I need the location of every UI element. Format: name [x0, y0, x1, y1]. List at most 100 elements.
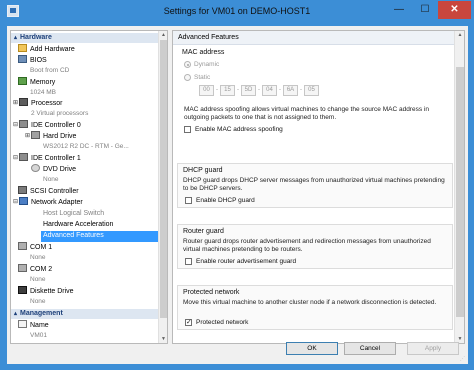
close-button[interactable]: ✕: [438, 1, 471, 19]
static-radio[interactable]: [184, 74, 191, 81]
mac-separator: -: [237, 87, 239, 93]
tree-item-bios[interactable]: BIOS Boot from CD: [18, 55, 69, 74]
tree-item-sub: 2 Virtual processors: [31, 110, 89, 117]
mac-separator: -: [258, 87, 260, 93]
tree-item-label: Name: [30, 322, 49, 329]
processor-icon: [19, 98, 28, 107]
tree-item-sub: None: [30, 254, 46, 261]
tree-item-label: Memory: [30, 79, 56, 86]
tree-item-label: SCSI Controller: [30, 188, 79, 195]
memory-icon: [18, 77, 27, 86]
mac-spoofing-description: MAC address spoofing allows virtual mach…: [184, 106, 429, 121]
hardware-section-header[interactable]: ▴ Hardware: [11, 33, 159, 43]
protected-network-checkbox[interactable]: [185, 318, 192, 326]
bios-icon: [18, 55, 27, 64]
title-bar[interactable]: Settings for VM01 on DEMO-HOST1 — ☐ ✕: [0, 0, 474, 24]
tree-item-label: COM 2: [30, 266, 53, 273]
dhcp-guard-label: Enable DHCP guard: [196, 197, 255, 204]
scrollbar-thumb[interactable]: [160, 40, 167, 318]
mac-octet-field-6[interactable]: 05: [304, 85, 319, 96]
name-icon: [18, 320, 27, 329]
protected-network-group: Protected network Move this virtual mach…: [177, 285, 453, 330]
mac-octet-field-3[interactable]: 5D: [241, 85, 256, 96]
dhcp-guard-description: DHCP guard drops DHCP server messages fr…: [183, 177, 445, 192]
settings-window: Settings for VM01 on DEMO-HOST1 — ☐ ✕ ▴ H…: [0, 0, 474, 370]
tree-item-label: IDE Controller 0: [31, 122, 81, 129]
tree-item-sub: 1024 MB: [30, 89, 57, 96]
tree-item-dvd-drive[interactable]: DVD Drive None: [31, 164, 76, 183]
mac-octet-field-4[interactable]: 04: [262, 85, 277, 96]
tree-item-label: COM 1: [30, 244, 53, 251]
tree-item-hardware-acceleration[interactable]: Hardware Acceleration: [43, 220, 113, 231]
tree-item-label: Diskette Drive: [30, 288, 74, 295]
tree-item-host-logical-switch[interactable]: Host Logical Switch: [43, 209, 104, 220]
tree-item-label: Host Logical Switch: [43, 210, 105, 217]
tree-item-com-2[interactable]: COM 2 None: [18, 264, 53, 283]
dhcp-guard-title: DHCP guard: [183, 167, 223, 174]
tree-item-processor[interactable]: Processor 2 Virtual processors: [19, 98, 88, 117]
tree-item-hard-drive[interactable]: Hard Drive WS2012 R2 DC - RTM - Ge...: [31, 131, 129, 150]
tree-item-label: Advanced Features: [43, 232, 104, 239]
scroll-up-arrow-icon[interactable]: ▲: [160, 31, 167, 39]
maximize-button[interactable]: ☐: [412, 1, 438, 19]
router-guard-description: Router guard drops router advertisement …: [183, 238, 431, 253]
panel-scrollbar[interactable]: ▲ ▼: [454, 31, 464, 343]
scsi-controller-icon: [18, 186, 27, 195]
tree-item-label: Add Hardware: [30, 46, 75, 53]
tree-item-sub: VM01: [30, 332, 47, 339]
dynamic-radio[interactable]: [184, 61, 191, 68]
scroll-down-arrow-icon[interactable]: ▼: [160, 335, 167, 343]
settings-tree[interactable]: ▴ Hardware Add Hardware BIOS Boot from CD…: [10, 30, 168, 344]
tree-item-label: Network Adapter: [31, 199, 83, 206]
tree-item-ide-controller-0[interactable]: IDE Controller 0: [19, 120, 81, 132]
management-section-header[interactable]: ▴ Management: [11, 309, 159, 319]
mac-octet-field-2[interactable]: 15: [220, 85, 235, 96]
mac-spoofing-checkbox[interactable]: [184, 126, 191, 133]
minimize-button[interactable]: —: [386, 1, 412, 19]
tree-item-sub: None: [30, 298, 46, 305]
tree-item-memory[interactable]: Memory 1024 MB: [18, 77, 56, 96]
ok-button[interactable]: OK: [286, 342, 338, 355]
dvd-drive-icon: [31, 164, 40, 173]
tree-item-network-adapter[interactable]: Network Adapter: [19, 197, 83, 209]
protected-network-label: Protected network: [196, 319, 249, 326]
com-port-icon: [18, 242, 27, 251]
tree-item-sub: None: [30, 276, 46, 283]
management-header-label: Management: [20, 310, 63, 317]
add-hardware-icon: [18, 44, 27, 53]
tree-item-sub: Boot from CD: [30, 67, 70, 74]
tree-item-name[interactable]: Name VM01: [18, 320, 49, 339]
scrollbar-thumb[interactable]: [456, 67, 464, 317]
static-radio-label: Static: [194, 74, 211, 81]
tree-item-label: Hard Drive: [43, 133, 77, 140]
router-guard-checkbox[interactable]: [185, 258, 192, 265]
router-guard-title: Router guard: [183, 228, 224, 235]
mac-octet-field-1[interactable]: 00: [199, 85, 214, 96]
tree-item-com-1[interactable]: COM 1 None: [18, 242, 53, 261]
network-adapter-icon: [19, 197, 28, 206]
mac-spoofing-label: Enable MAC address spoofing: [195, 126, 283, 133]
cancel-button[interactable]: Cancel: [344, 342, 396, 355]
dynamic-radio-label: Dynamic: [194, 61, 220, 68]
tree-scrollbar[interactable]: ▲ ▼: [158, 31, 167, 343]
dhcp-guard-group: DHCP guard DHCP guard drops DHCP server …: [177, 163, 453, 208]
advanced-features-panel: Advanced Features MAC address Dynamic St…: [172, 30, 465, 344]
tree-item-advanced-features[interactable]: Advanced Features: [41, 231, 159, 242]
mac-octet-field-5[interactable]: 6A: [283, 85, 298, 96]
tree-item-ide-controller-1[interactable]: IDE Controller 1: [19, 153, 81, 165]
mac-separator: -: [279, 87, 281, 93]
tree-item-label: Hardware Acceleration: [43, 221, 114, 228]
router-guard-group: Router guard Router guard drops router a…: [177, 224, 453, 269]
com-port-icon: [18, 264, 27, 273]
mac-separator: -: [216, 87, 218, 93]
tree-item-sub: None: [43, 176, 59, 183]
ide-controller-icon: [19, 153, 28, 162]
tree-item-diskette-drive[interactable]: Diskette Drive None: [18, 286, 74, 305]
resize-grip-icon[interactable]: ⋰: [460, 356, 466, 362]
scroll-up-arrow-icon[interactable]: ▲: [456, 31, 464, 39]
apply-button[interactable]: Apply: [407, 342, 459, 355]
dhcp-guard-checkbox[interactable]: [185, 197, 192, 204]
tree-item-label: IDE Controller 1: [31, 155, 81, 162]
tree-item-sub: WS2012 R2 DC - RTM - Ge...: [43, 143, 129, 150]
tree-item-label: Processor: [31, 100, 63, 107]
